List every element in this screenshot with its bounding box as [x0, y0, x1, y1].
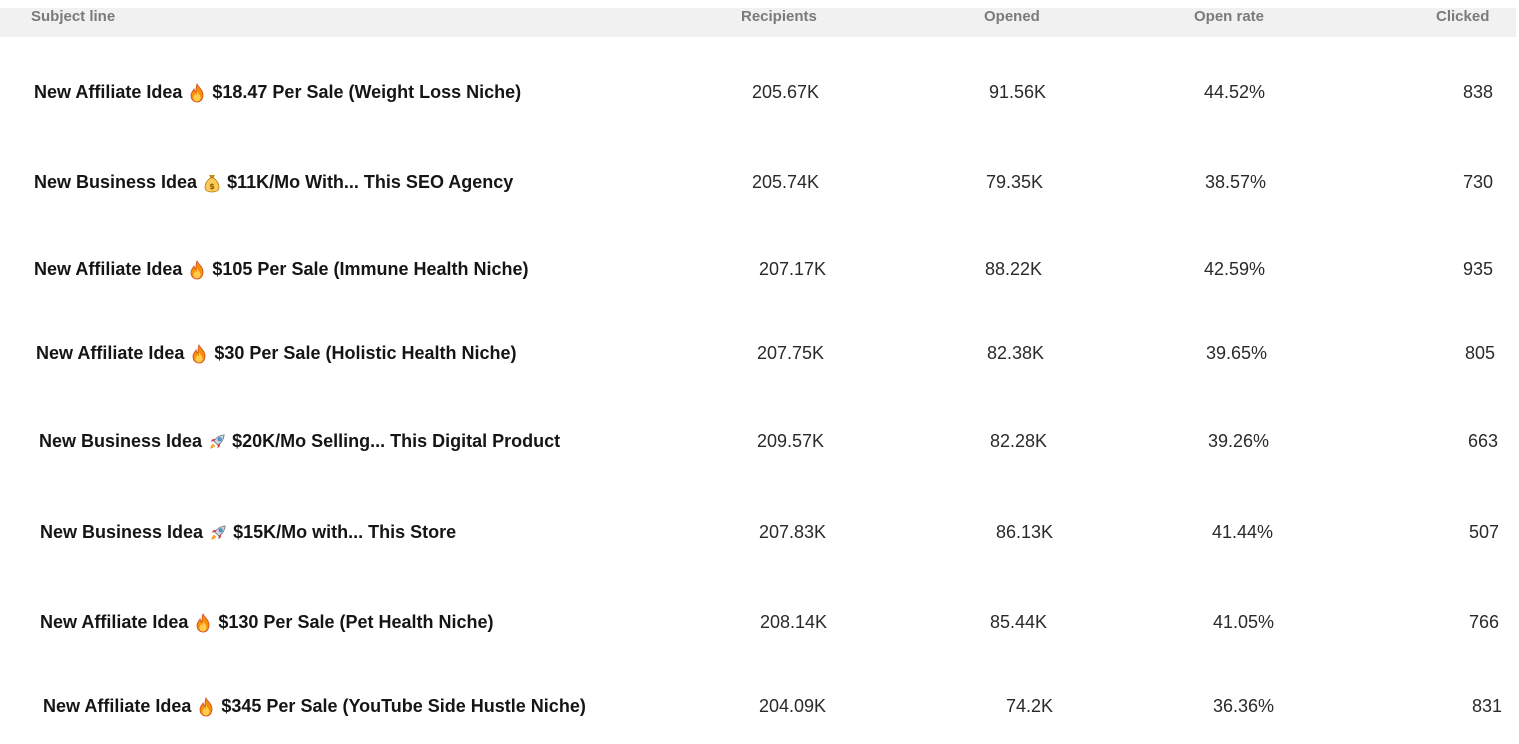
- subject-suffix: $18.47 Per Sale (Weight Loss Niche): [212, 82, 522, 102]
- recipients-value: 204.09K: [759, 696, 827, 716]
- email-stats-table: Subject line Recipients Opened Open rate…: [0, 0, 1519, 744]
- rocket-icon: [209, 523, 227, 543]
- subject-suffix: $15K/Mo with... This Store: [233, 522, 457, 542]
- subject-line: New Affiliate Idea $130 Per Sale (Pet Hea…: [40, 612, 494, 633]
- subject-prefix: New Business Idea: [40, 522, 204, 542]
- subject-suffix: $30 Per Sale (Holistic Health Niche): [214, 343, 517, 363]
- open-rate-value: 38.57%: [1205, 172, 1267, 192]
- rocket-icon: [208, 432, 226, 452]
- recipients-value: 207.75K: [757, 343, 825, 363]
- subject-suffix: $11K/Mo With... This SEO Agency: [227, 172, 514, 192]
- recipients-value: 208.14K: [760, 612, 828, 632]
- subject-prefix: New Business Idea: [34, 172, 198, 192]
- clicked-value: 838: [1462, 82, 1493, 102]
- subject-prefix: New Affiliate Idea: [34, 259, 183, 279]
- subject-line: New Business Idea $ $11K/Mo With... This S…: [34, 172, 513, 193]
- open-rate-value: 41.05%: [1213, 612, 1275, 632]
- recipients-value: 205.67K: [752, 82, 820, 102]
- opened-value: 85.44K: [990, 612, 1048, 632]
- open-rate-value: 41.44%: [1212, 522, 1274, 542]
- column-header-clicked[interactable]: Clicked: [1436, 8, 1489, 25]
- column-header-recipients[interactable]: Recipients: [741, 8, 817, 25]
- subject-prefix: New Business Idea: [39, 431, 203, 451]
- subject-line: New Affiliate Idea $105 Per Sale (Immune …: [34, 259, 529, 280]
- subject-prefix: New Affiliate Idea: [36, 343, 185, 363]
- opened-value: 88.22K: [985, 259, 1043, 279]
- table-row[interactable]: New Affiliate Idea $30 Per Sale (Holistic…: [0, 333, 1516, 373]
- column-header-open-rate[interactable]: Open rate: [1194, 8, 1264, 25]
- clicked-value: 935: [1462, 259, 1493, 279]
- subject-prefix: New Affiliate Idea: [43, 696, 192, 716]
- table-row[interactable]: New Affiliate Idea $345 Per Sale (YouTube…: [0, 686, 1516, 726]
- money-bag-icon: $: [203, 173, 221, 193]
- opened-value: 82.28K: [990, 431, 1048, 451]
- fire-icon: [188, 259, 206, 280]
- subject-prefix: New Affiliate Idea: [34, 82, 183, 102]
- subject-line: New Business Idea $20K/Mo Selling... This…: [39, 431, 560, 452]
- recipients-value: 207.17K: [759, 259, 827, 279]
- open-rate-value: 44.52%: [1204, 82, 1266, 102]
- subject-suffix: $105 Per Sale (Immune Health Niche): [212, 259, 529, 279]
- clicked-value: 766: [1468, 612, 1499, 632]
- clicked-value: 507: [1468, 522, 1499, 542]
- svg-text:$: $: [209, 182, 215, 191]
- subject-line: New Affiliate Idea $18.47 Per Sale (Weigh…: [34, 82, 521, 103]
- recipients-value: 209.57K: [757, 431, 825, 451]
- clicked-value: 805: [1464, 343, 1495, 363]
- fire-icon: [194, 612, 212, 633]
- recipients-value: 205.74K: [752, 172, 820, 192]
- subject-line: New Affiliate Idea $30 Per Sale (Holistic…: [36, 343, 517, 364]
- opened-value: 82.38K: [987, 343, 1045, 363]
- table-row[interactable]: New Affiliate Idea $105 Per Sale (Immune …: [0, 249, 1516, 289]
- opened-value: 86.13K: [996, 522, 1054, 542]
- open-rate-value: 36.36%: [1213, 696, 1275, 716]
- open-rate-value: 39.65%: [1206, 343, 1268, 363]
- fire-icon: [197, 696, 215, 717]
- clicked-value: 663: [1467, 431, 1498, 451]
- clicked-value: 730: [1462, 172, 1493, 192]
- table-row[interactable]: New Affiliate Idea $130 Per Sale (Pet Hea…: [0, 602, 1516, 642]
- table-row[interactable]: New Business Idea $15K/Mo with... This St…: [0, 512, 1516, 552]
- subject-suffix: $345 Per Sale (YouTube Side Hustle Niche…: [221, 696, 586, 716]
- subject-suffix: $20K/Mo Selling... This Digital Product: [232, 431, 561, 451]
- subject-line: New Affiliate Idea $345 Per Sale (YouTube…: [43, 696, 586, 717]
- opened-value: 74.2K: [1006, 696, 1054, 716]
- column-header-opened[interactable]: Opened: [984, 8, 1040, 25]
- open-rate-value: 39.26%: [1208, 431, 1270, 451]
- recipients-value: 207.83K: [759, 522, 827, 542]
- table-row[interactable]: New Business Idea $ $11K/Mo With... This S…: [0, 162, 1516, 202]
- table-row[interactable]: New Business Idea $20K/Mo Selling... This…: [0, 421, 1516, 461]
- clicked-value: 831: [1471, 696, 1502, 716]
- subject-prefix: New Affiliate Idea: [40, 612, 189, 632]
- column-header-subject[interactable]: Subject line: [31, 8, 115, 25]
- opened-value: 91.56K: [989, 82, 1047, 102]
- subject-suffix: $130 Per Sale (Pet Health Niche): [218, 612, 494, 632]
- subject-line: New Business Idea $15K/Mo with... This St…: [40, 522, 456, 543]
- open-rate-value: 42.59%: [1204, 259, 1266, 279]
- table-row[interactable]: New Affiliate Idea $18.47 Per Sale (Weigh…: [0, 72, 1516, 112]
- opened-value: 79.35K: [986, 172, 1044, 192]
- fire-icon: [190, 343, 208, 364]
- fire-icon: [188, 82, 206, 103]
